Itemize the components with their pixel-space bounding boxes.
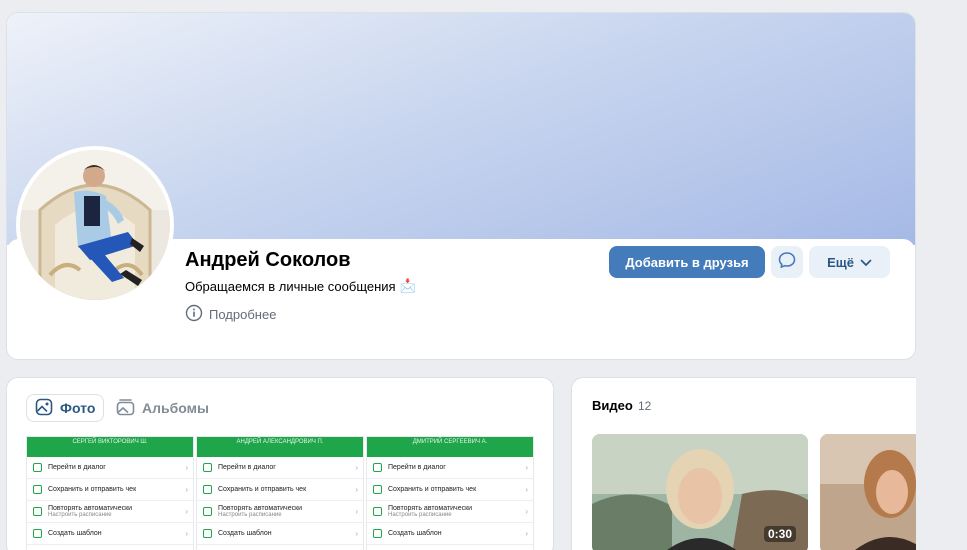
thumbnail-row: Сохранить и отправить чек › [27, 479, 193, 501]
video-card: Видео 12 0:30 [571, 377, 916, 550]
photo-icon [35, 398, 53, 419]
row-label: Сохранить и отправить чек [48, 486, 137, 493]
thumbnail-row: Повторять автоматически Настроить расписа… [27, 501, 193, 523]
row-label: Повторять автоматически Настроить расписа… [388, 505, 472, 518]
thumbnail-header: АНДРЕЙ АЛЕКСАНДРОВИЧ П. [197, 437, 363, 457]
video-count: 12 [638, 399, 652, 413]
row-icon [203, 463, 212, 472]
thumbnail-row: Перейти в диалог › [27, 457, 193, 479]
row-icon [203, 485, 212, 494]
thumbnail-row: Сохранить и отправить чек › [367, 479, 533, 501]
tab-photos-label: Фото [60, 400, 96, 416]
profile-status: Обращаемся в личные сообщения 📩 [185, 278, 416, 294]
row-icon [33, 463, 42, 472]
photo-thumbnail[interactable]: АНДРЕЙ АЛЕКСАНДРОВИЧ П. Перейти в диалог… [196, 436, 364, 550]
chevron-right-icon: › [525, 529, 528, 538]
row-label: Создать шаблон [218, 530, 272, 537]
thumbnail-row: Создать шаблон › [197, 523, 363, 545]
video-thumbnail[interactable] [820, 434, 916, 550]
chevron-right-icon: › [355, 463, 358, 472]
row-label: Сохранить и отправить чек [218, 486, 307, 493]
row-icon [373, 485, 382, 494]
thumbnail-header: СЕРГЕЙ ВИКТОРОВИЧ Ш. [27, 437, 193, 457]
thumbnail-row: Перейти в диалог › [197, 457, 363, 479]
row-label-sub: Настроить расписание [388, 512, 452, 518]
row-icon [33, 529, 42, 538]
info-icon [185, 304, 203, 325]
row-label: Сохранить и отправить чек [388, 486, 477, 493]
more-info-link[interactable]: Подробнее [185, 304, 276, 325]
row-label: Перейти в диалог [218, 464, 276, 471]
thumbnail-row: Повторять автоматически Настроить расписа… [197, 501, 363, 523]
row-label: Повторять автоматически Настроить расписа… [218, 505, 302, 518]
photo-thumbnail[interactable]: СЕРГЕЙ ВИКТОРОВИЧ Ш. Перейти в диалог › С… [26, 436, 194, 550]
row-label: Перейти в диалог [48, 464, 106, 471]
thumbnail-header: ДМИТРИЙ СЕРГЕЕВИЧ А. [367, 437, 533, 457]
thumbnail-row: Повторять автоматически Настроить расписа… [367, 501, 533, 523]
row-label-main: Повторять автоматически [388, 505, 473, 512]
chevron-right-icon: › [185, 529, 188, 538]
row-label-main: Повторять автоматически [218, 505, 303, 512]
thumbnail-row: Создать шаблон › [27, 523, 193, 545]
chevron-right-icon: › [185, 463, 188, 472]
more-actions-button[interactable]: Ещё [809, 246, 890, 278]
avatar[interactable] [16, 146, 174, 304]
more-actions-label: Ещё [827, 254, 854, 270]
thumbnail-row: Создать шаблон › [367, 523, 533, 545]
row-label: Перейти в диалог [388, 464, 446, 471]
profile-status-text: Обращаемся в личные сообщения [185, 278, 396, 294]
thumbnail-row: Перейти в диалог › [367, 457, 533, 479]
tab-albums[interactable]: Альбомы [108, 394, 217, 422]
tab-photos[interactable]: Фото [26, 394, 105, 422]
row-label: Повторять автоматически Настроить расписа… [48, 505, 132, 518]
video-section-title[interactable]: Видео [592, 398, 633, 413]
avatar-image [20, 150, 170, 300]
message-icon [777, 250, 797, 275]
row-label-sub: Настроить расписание [48, 512, 112, 518]
photo-thumbnail[interactable]: ДМИТРИЙ СЕРГЕЕВИЧ А. Перейти в диалог › С… [366, 436, 534, 550]
row-label-main: Повторять автоматически [48, 505, 133, 512]
row-label: Создать шаблон [48, 530, 102, 537]
thumbnail-row: Сохранить и отправить чек › [197, 479, 363, 501]
row-icon [33, 507, 42, 516]
tab-albums-label: Альбомы [142, 400, 209, 416]
chevron-right-icon: › [355, 507, 358, 516]
envelope-emoji-icon: 📩 [399, 278, 416, 293]
chevron-right-icon: › [185, 485, 188, 494]
row-icon [373, 529, 382, 538]
message-button[interactable] [771, 246, 803, 278]
chevron-down-icon [860, 255, 872, 270]
chevron-right-icon: › [525, 463, 528, 472]
row-icon [203, 507, 212, 516]
chevron-right-icon: › [355, 529, 358, 538]
chevron-right-icon: › [185, 507, 188, 516]
row-icon [373, 507, 382, 516]
add-friend-button[interactable]: Добавить в друзья [609, 246, 765, 278]
row-icon [203, 529, 212, 538]
albums-icon [116, 398, 135, 419]
photos-card: Фото Альбомы СЕРГЕЙ ВИКТОРОВИЧ Ш. Перейт… [6, 377, 554, 550]
row-icon [373, 463, 382, 472]
chevron-right-icon: › [525, 485, 528, 494]
video-preview-image [820, 434, 916, 550]
more-info-label: Подробнее [209, 307, 277, 322]
row-icon [33, 485, 42, 494]
video-duration: 0:30 [763, 526, 796, 542]
video-thumbnail[interactable]: 0:30 [592, 434, 808, 550]
row-label-sub: Настроить расписание [218, 512, 282, 518]
row-label: Создать шаблон [388, 530, 442, 537]
chevron-right-icon: › [355, 485, 358, 494]
chevron-right-icon: › [525, 507, 528, 516]
profile-name: Андрей Соколов [185, 249, 351, 271]
